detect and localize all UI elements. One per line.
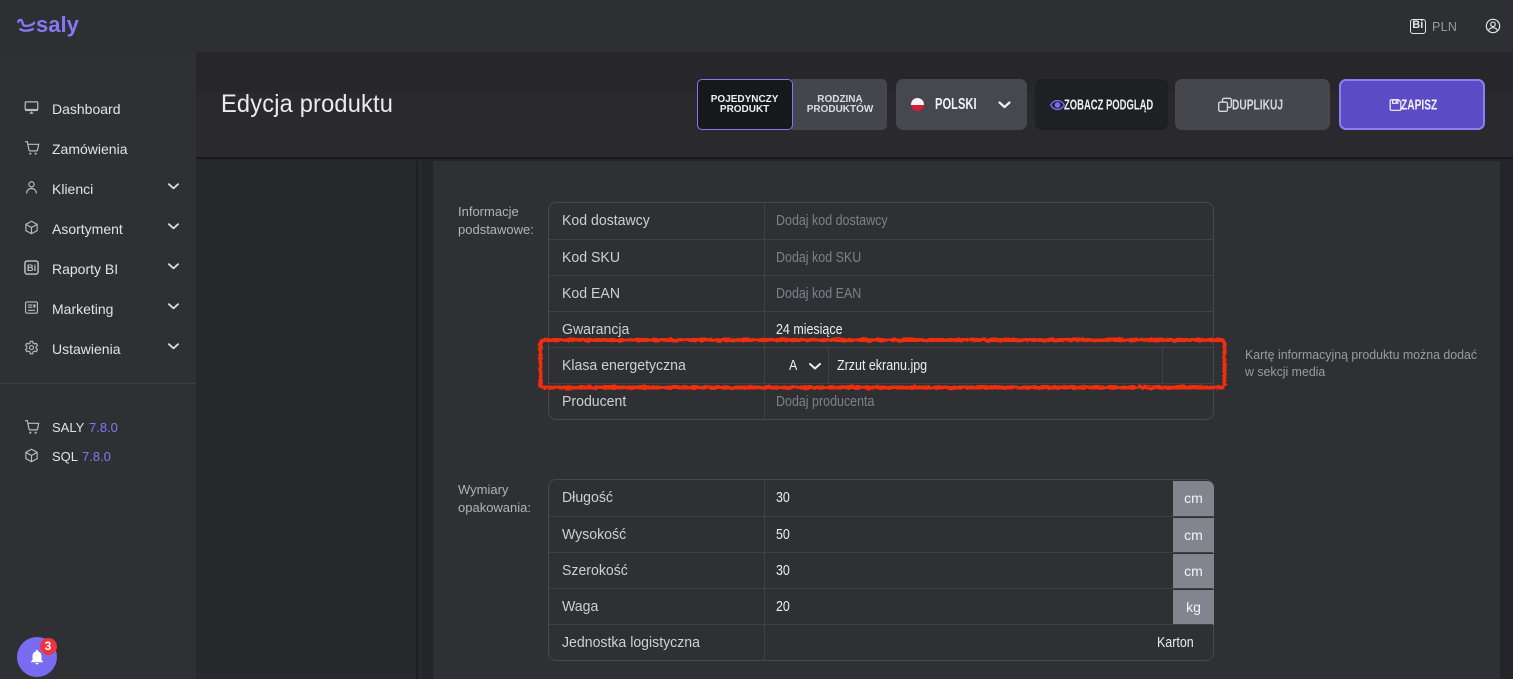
svg-text:Bi: Bi [27, 263, 36, 273]
